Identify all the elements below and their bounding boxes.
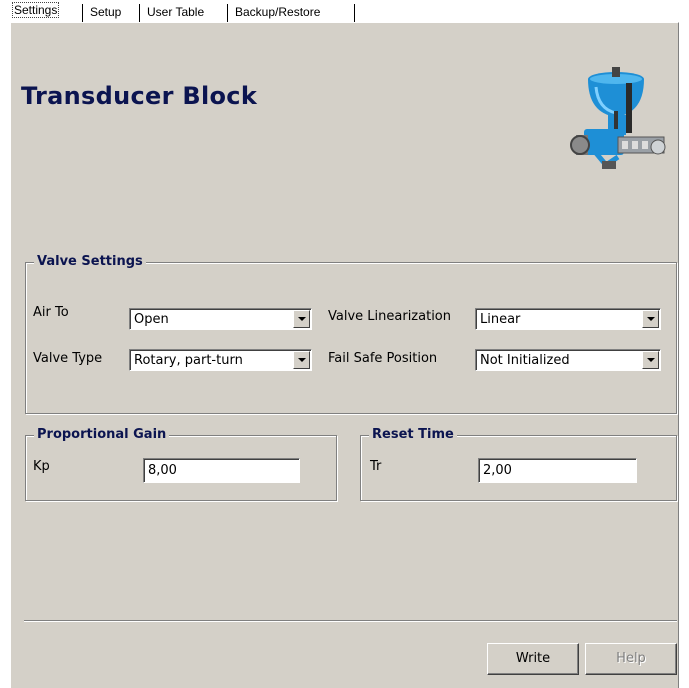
- air-to-label: Air To: [33, 305, 69, 320]
- tab-backup-restore[interactable]: Backup/Restore: [229, 3, 326, 23]
- valve-linearization-label: Valve Linearization: [328, 309, 451, 324]
- tr-input[interactable]: 2,00: [478, 458, 637, 483]
- chevron-down-icon[interactable]: [642, 310, 659, 328]
- chevron-down-icon[interactable]: [293, 310, 310, 328]
- valve-actuator-image: [570, 67, 666, 169]
- write-button[interactable]: Write: [487, 643, 579, 675]
- page-title: Transducer Block: [21, 82, 258, 110]
- tab-separator: [227, 4, 228, 22]
- tab-label: Settings: [12, 2, 60, 18]
- footer-divider: [24, 620, 677, 622]
- tab-separator: [82, 4, 83, 22]
- tab-settings[interactable]: Settings: [6, 1, 65, 23]
- help-button[interactable]: Help: [585, 643, 677, 675]
- tab-label: User Table: [147, 5, 205, 19]
- fail-safe-position-select[interactable]: Not Initialized: [475, 349, 661, 371]
- fail-safe-position-label: Fail Safe Position: [328, 351, 438, 366]
- air-to-select[interactable]: Open: [129, 308, 312, 330]
- kp-input[interactable]: 8,00: [143, 458, 300, 483]
- valve-type-value: Rotary, part-turn: [134, 353, 243, 368]
- chevron-down-icon[interactable]: [293, 351, 310, 369]
- tab-setup[interactable]: Setup: [84, 3, 127, 23]
- kp-value: 8,00: [148, 463, 177, 478]
- proportional-gain-legend: Proportional Gain: [34, 427, 170, 442]
- tab-label: Backup/Restore: [235, 5, 321, 19]
- air-to-value: Open: [134, 312, 169, 327]
- valve-type-label: Valve Type: [33, 351, 103, 366]
- tr-value: 2,00: [483, 463, 512, 478]
- chevron-down-icon[interactable]: [642, 351, 659, 369]
- tab-label: Setup: [90, 5, 122, 19]
- valve-type-select[interactable]: Rotary, part-turn: [129, 349, 312, 371]
- kp-label: Kp: [33, 459, 50, 474]
- tab-separator: [354, 4, 355, 22]
- reset-time-legend: Reset Time: [369, 427, 457, 442]
- valve-linearization-select[interactable]: Linear: [475, 308, 661, 330]
- fail-safe-position-value: Not Initialized: [480, 353, 570, 368]
- tab-bar: Settings Setup User Table Backup/Restore: [0, 0, 689, 22]
- tab-user-table[interactable]: User Table: [141, 3, 210, 23]
- valve-settings-legend: Valve Settings: [34, 254, 146, 269]
- tr-label: Tr: [370, 459, 382, 474]
- valve-linearization-value: Linear: [480, 312, 521, 327]
- valve-settings-group: Valve Settings: [25, 254, 677, 414]
- tab-separator: [139, 4, 140, 22]
